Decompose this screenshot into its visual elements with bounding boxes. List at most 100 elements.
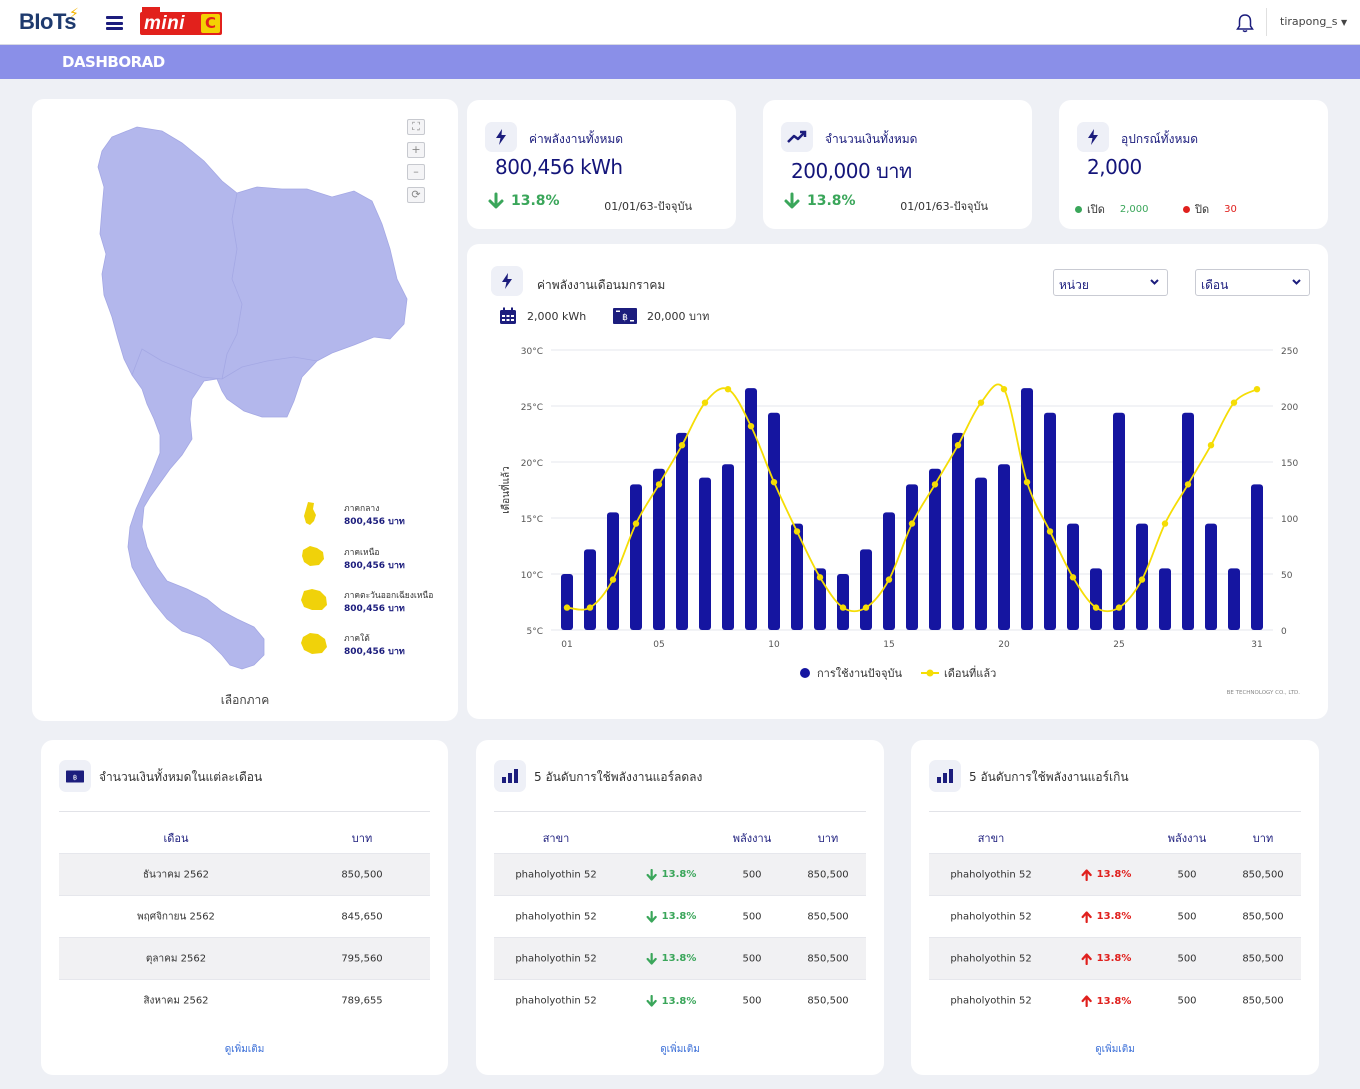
line-point (1000, 386, 1008, 393)
baht-cell: 850,500 (807, 995, 849, 1007)
baht-cell: 850,500 (1242, 869, 1284, 880)
bar-mark (584, 549, 596, 630)
region-amount: 800,456 บาท (344, 517, 405, 527)
bar-mark (676, 432, 688, 630)
bar-mark (975, 477, 987, 630)
line-point (793, 528, 801, 535)
stat-card-money: จำนวนเงินทั้งหมด 200,000 บาท 13.8% 01/01… (763, 100, 1032, 229)
y-tick-label-left: 25°C (521, 403, 543, 413)
username: tirapong_s (1280, 15, 1338, 28)
line-point (586, 604, 594, 611)
amount-cell: 845,650 (341, 911, 383, 922)
reset-view-button[interactable]: ⟳ (407, 187, 425, 203)
brand-mark: C (201, 14, 220, 33)
table-row[interactable]: phaholyothin 52 13.8% 500 850,500 (929, 938, 1301, 980)
branch-cell: phaholyothin 52 (950, 995, 1032, 1007)
see-more-link[interactable]: ดูเพิ่มเติม (41, 1042, 448, 1057)
y-tick-label-right: 50 (1281, 571, 1293, 581)
lightning-icon (485, 122, 517, 152)
see-more-link[interactable]: ดูเพิ่มเติม (476, 1042, 884, 1057)
column-header: บาท (817, 832, 839, 846)
y-tick-label-left: 15°C (521, 515, 543, 525)
line-point (724, 386, 732, 393)
line-point (678, 442, 686, 449)
northeast-region-icon (301, 589, 327, 610)
arrow-down-icon (646, 952, 657, 965)
column-header: บาท (1252, 832, 1274, 846)
arrow-down-icon (784, 192, 800, 209)
y-tick-label-left: 20°C (521, 459, 543, 469)
trend-cell: 13.8% (646, 868, 696, 881)
user-menu[interactable]: tirapong_s ▼ (1280, 15, 1347, 28)
card-title: จำนวนเงินทั้งหมดในแต่ละเดือน (99, 770, 263, 784)
fullscreen-button[interactable]: ⛶ (407, 119, 425, 135)
table-row[interactable]: phaholyothin 52 13.8% 500 850,500 (929, 980, 1301, 1022)
lightning-icon (1077, 122, 1109, 152)
bar-mark (768, 412, 780, 630)
trend-cell: 13.8% (1081, 868, 1131, 881)
on-value: 2,000 (1119, 203, 1149, 215)
divider (929, 811, 1301, 812)
table-row[interactable]: phaholyothin 52 13.8% 500 850,500 (929, 854, 1301, 896)
section-bar: DASHBORAD (0, 45, 1360, 79)
table-row[interactable]: phaholyothin 52 13.8% 500 850,500 (494, 938, 866, 980)
line-point (1253, 386, 1261, 393)
table-row[interactable]: phaholyothin 52 13.8% 500 850,500 (929, 896, 1301, 938)
stat-card-devices: อุปกรณ์ทั้งหมด 2,000 เปิด 2,000 ปิด 30 (1059, 100, 1328, 229)
branch-cell: phaholyothin 52 (950, 953, 1032, 964)
stat-value: 800,456 kWh (495, 155, 623, 179)
stat-period: 01/01/63-ปัจจุบัน (900, 200, 988, 213)
bar-mark (1205, 523, 1217, 630)
table-row[interactable]: phaholyothin 52 13.8% 500 850,500 (494, 896, 866, 938)
brand-logo: mini C (140, 7, 222, 35)
off-dot-icon (1183, 205, 1190, 213)
amount-cell: 789,655 (341, 995, 383, 1007)
x-tick-label: 01 (561, 640, 572, 650)
bar-mark (1090, 568, 1102, 630)
region-name: ภาคเหนือ (344, 548, 380, 558)
app-logo[interactable]: BIoTs (19, 9, 76, 35)
line-point (1207, 442, 1215, 449)
y-tick-label-right: 0 (1281, 627, 1287, 637)
line-point (862, 604, 870, 611)
svg-text:฿: ฿ (73, 773, 77, 781)
zoom-in-button[interactable]: + (407, 142, 425, 158)
hamburger-menu-icon[interactable] (106, 16, 123, 30)
bar-mark (1021, 388, 1033, 630)
line-point (1092, 604, 1100, 611)
arrow-down-icon (646, 995, 657, 1007)
table-row[interactable]: พฤศจิกายน 2562 845,650 (59, 896, 430, 938)
south-region-icon (301, 633, 327, 654)
energy-cell: 500 (742, 953, 762, 964)
baht-cell: 850,500 (1242, 995, 1284, 1007)
zoom-out-button[interactable]: – (407, 164, 425, 180)
region-name: ภาคใต้ (344, 634, 370, 644)
change-value: 13.8% (807, 193, 856, 209)
table-row[interactable]: ตุลาคม 2562 795,560 (59, 938, 430, 980)
stat-change: 13.8% (487, 192, 560, 210)
monthly-table: เดือน บาท ธันวาคม 2562 850,500 พฤศจิกายน … (59, 820, 430, 1022)
energy-cell: 500 (1177, 869, 1197, 880)
table-row[interactable]: ธันวาคม 2562 850,500 (59, 854, 430, 896)
column-header: บาท (351, 832, 373, 846)
y-tick-label-left: 10°C (521, 571, 543, 581)
line-point (563, 604, 571, 611)
see-more-link[interactable]: ดูเพิ่มเติม (911, 1042, 1319, 1057)
bar-chart-icon (929, 760, 961, 792)
table-header: สาขา พลังงาน บาท (929, 820, 1301, 854)
stat-label: จำนวนเงินทั้งหมด (825, 132, 918, 146)
thailand-map[interactable] (32, 99, 458, 721)
arrow-down-icon (646, 868, 657, 881)
trend-value: 13.8% (661, 995, 697, 1007)
branch-cell: phaholyothin 52 (515, 869, 597, 880)
trend-cell: 13.8% (646, 995, 697, 1007)
table-row[interactable]: สิงหาคม 2562 789,655 (59, 980, 430, 1022)
stat-label: อุปกรณ์ทั้งหมด (1121, 132, 1199, 146)
table-header: สาขา พลังงาน บาท (494, 820, 866, 854)
table-row[interactable]: phaholyothin 52 13.8% 500 850,500 (494, 980, 866, 1022)
bar-mark (1113, 412, 1125, 630)
table-row[interactable]: phaholyothin 52 13.8% 500 850,500 (494, 854, 866, 896)
central-region-icon (304, 502, 316, 525)
y-tick-label-right: 100 (1281, 515, 1298, 525)
notification-bell-icon[interactable] (1236, 13, 1254, 33)
